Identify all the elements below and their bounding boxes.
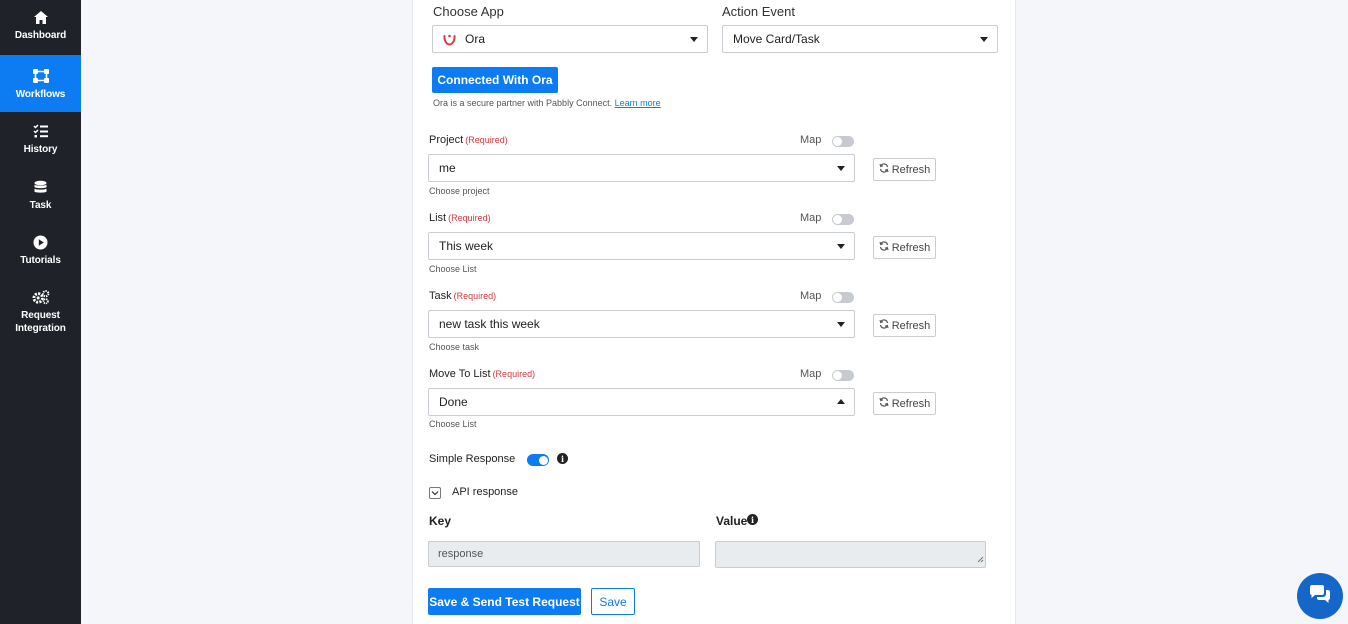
value-column-label: Value	[716, 514, 748, 528]
sidebar-item-label: Dashboard	[14, 30, 67, 41]
choose-app-value: Ora	[465, 32, 486, 46]
sidebar-item-workflows[interactable]: Workflows	[0, 55, 81, 112]
home-icon	[32, 8, 50, 26]
refresh-icon	[879, 163, 889, 176]
sidebar-item-label: Task	[29, 200, 52, 211]
chat-widget-button[interactable]	[1297, 573, 1343, 619]
task-refresh-button[interactable]: Refresh	[873, 314, 936, 337]
sidebar-item-label: History	[23, 144, 58, 155]
move-to-list-map-toggle[interactable]	[832, 370, 854, 381]
sidebar-item-task[interactable]: Task	[0, 178, 81, 218]
action-event-value: Move Card/Task	[733, 32, 820, 46]
sidebar-item-label: Request Integration	[15, 310, 66, 334]
list-select[interactable]: This week	[428, 232, 855, 260]
api-response-checkbox[interactable]	[429, 487, 441, 499]
list-map-toggle[interactable]	[832, 214, 854, 225]
list-refresh-button[interactable]: Refresh	[873, 236, 936, 259]
workflow-icon	[32, 67, 50, 85]
sidebar-item-request-integration[interactable]: Request Integration	[0, 288, 81, 338]
chevron-down-icon	[837, 244, 845, 249]
task-select[interactable]: new task this week	[428, 310, 855, 338]
chevron-down-icon	[837, 322, 845, 327]
chevron-down-icon	[980, 37, 988, 42]
info-icon[interactable]: i	[747, 514, 758, 525]
database-stack-icon	[32, 178, 50, 196]
choose-app-label: Choose App	[433, 4, 504, 19]
refresh-icon	[879, 319, 889, 332]
task-map-toggle[interactable]	[832, 292, 854, 303]
refresh-icon	[879, 397, 889, 410]
project-refresh-button[interactable]: Refresh	[873, 158, 936, 181]
required-tag: (Required)	[465, 135, 508, 145]
sidebar-item-label: Workflows	[15, 89, 66, 100]
required-tag: (Required)	[448, 213, 491, 223]
task-map-label: Map	[800, 290, 822, 302]
sidebar-item-dashboard[interactable]: Dashboard	[0, 8, 81, 48]
action-setup-panel: Choose App Ora Action Event Move Card/Ta…	[412, 0, 1016, 624]
sidebar-item-tutorials[interactable]: Tutorials	[0, 233, 81, 273]
chevron-down-icon	[690, 37, 698, 42]
move-to-list-label: Move To List (Required)	[429, 368, 536, 380]
simple-response-toggle[interactable]	[527, 454, 549, 466]
project-label: Project (Required)	[429, 134, 508, 146]
task-value: new task this week	[439, 317, 540, 331]
sidebar-item-label: Tutorials	[20, 255, 61, 266]
project-map-toggle[interactable]	[832, 136, 854, 147]
action-event-select[interactable]: Move Card/Task	[722, 25, 998, 53]
project-value: me	[439, 161, 456, 175]
list-value: This week	[439, 239, 494, 253]
refresh-icon	[879, 241, 889, 254]
api-response-label: API response	[452, 486, 519, 498]
list-check-icon	[32, 122, 50, 140]
sidebar: Dashboard Workflows History Task Tutoria…	[0, 0, 81, 624]
task-label: Task (Required)	[429, 290, 497, 302]
list-label: List (Required)	[429, 212, 491, 224]
required-tag: (Required)	[492, 369, 536, 379]
value-textarea[interactable]	[715, 541, 986, 568]
key-input[interactable]: response	[428, 541, 700, 567]
required-tag: (Required)	[453, 291, 497, 301]
project-helper-text: Choose project	[429, 186, 490, 196]
chat-icon	[1308, 584, 1332, 609]
choose-app-select[interactable]: Ora	[432, 25, 708, 53]
chevron-down-icon	[431, 491, 439, 496]
resize-handle-icon[interactable]	[976, 554, 984, 566]
move-to-list-helper-text: Choose List	[429, 419, 477, 429]
simple-response-label: Simple Response	[429, 453, 516, 465]
move-to-list-select[interactable]: Done	[428, 388, 855, 416]
task-helper-text: Choose task	[429, 342, 480, 352]
list-helper-text: Choose List	[429, 264, 477, 274]
project-map-label: Map	[800, 134, 822, 146]
list-map-label: Map	[800, 212, 822, 224]
save-button[interactable]: Save	[591, 588, 635, 615]
project-select[interactable]: me	[428, 154, 855, 182]
move-to-list-map-label: Map	[800, 368, 822, 380]
action-event-label: Action Event	[722, 4, 795, 19]
play-circle-icon	[32, 233, 50, 251]
connected-with-ora-button[interactable]: Connected With Ora	[432, 67, 558, 93]
move-to-list-refresh-button[interactable]: Refresh	[873, 392, 936, 415]
chevron-down-icon	[837, 166, 845, 171]
gears-icon	[31, 288, 50, 306]
learn-more-link[interactable]: Learn more	[615, 98, 661, 108]
move-to-list-value: Done	[439, 395, 468, 409]
info-icon[interactable]: i	[557, 453, 568, 464]
ora-logo-icon	[443, 33, 456, 49]
secure-partner-note: Ora is a secure partner with Pabbly Conn…	[433, 98, 661, 108]
chevron-up-icon	[837, 399, 845, 404]
sidebar-item-history[interactable]: History	[0, 122, 81, 162]
key-column-label: Key	[429, 514, 452, 528]
save-send-test-request-button[interactable]: Save & Send Test Request	[428, 588, 581, 615]
